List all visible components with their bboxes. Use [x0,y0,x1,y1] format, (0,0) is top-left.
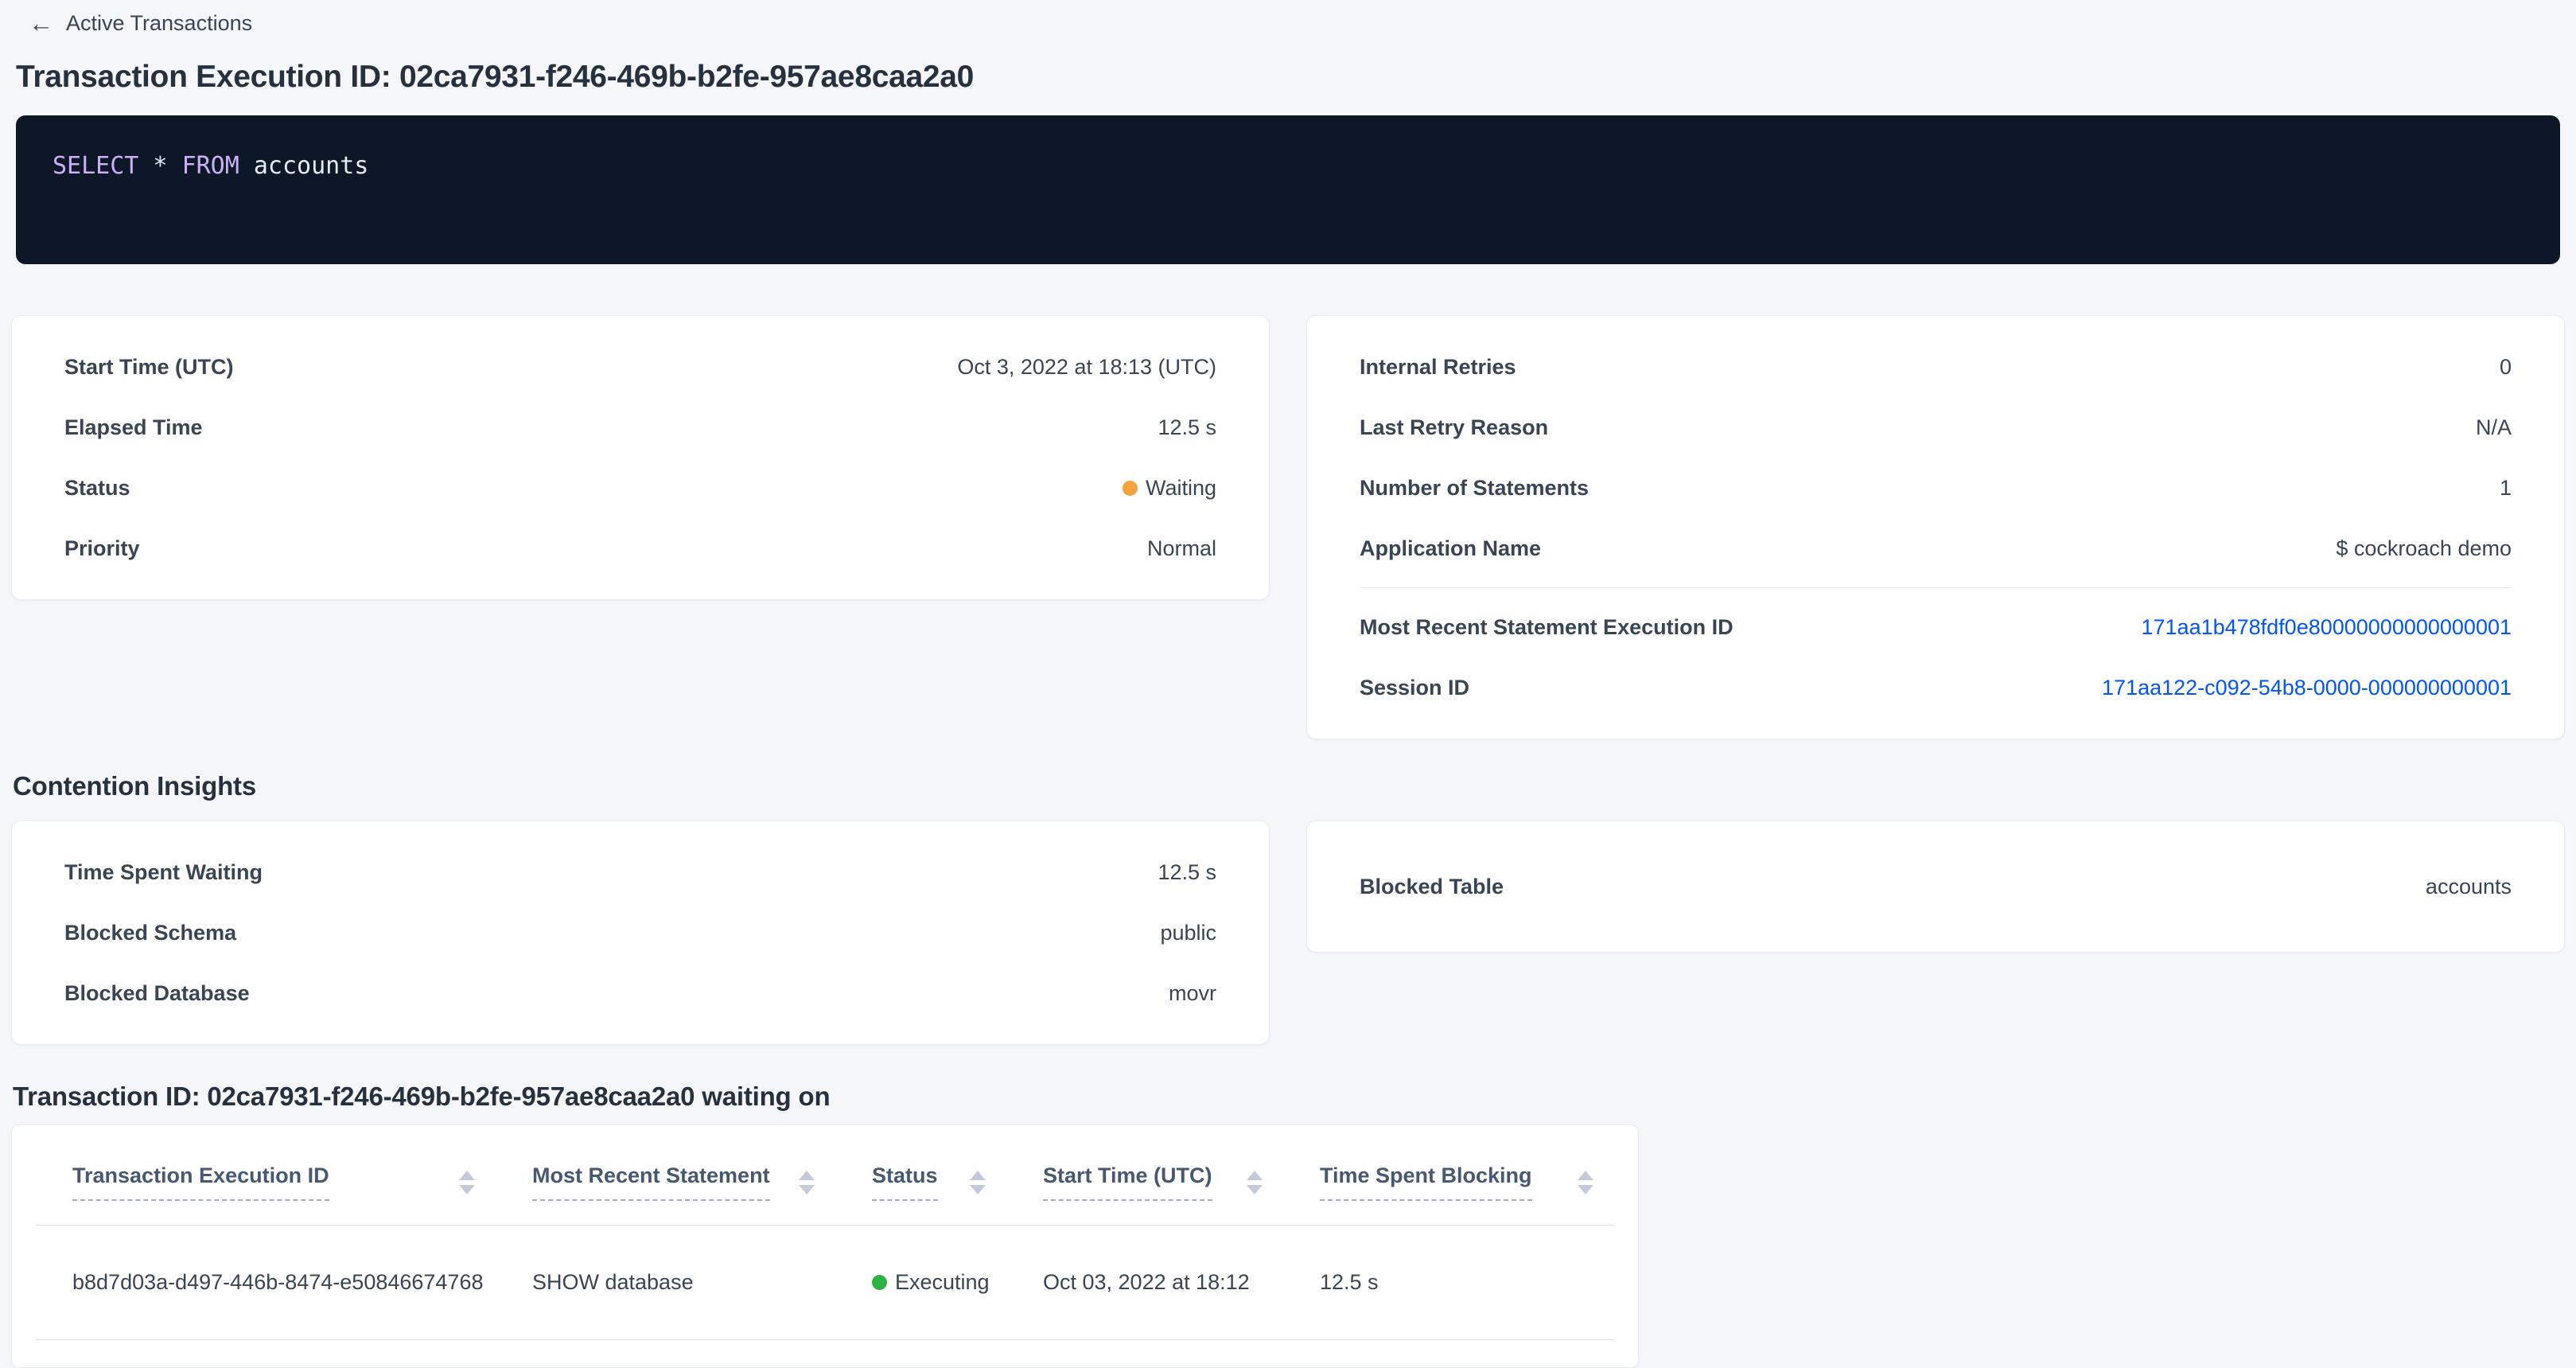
session-id-link[interactable]: 171aa122-c092-54b8-0000-000000000001 [2102,676,2512,700]
summary-section: Start Time (UTC) Oct 3, 2022 at 18:13 (U… [11,315,2565,739]
row-status: Status Waiting [64,458,1216,518]
row-value: public [1160,921,1216,945]
sort-arrows-icon [970,1171,986,1195]
status-text: Executing [895,1270,990,1294]
table-header-row: Transaction Execution ID Most Recent Sta… [36,1125,1614,1226]
row-value: N/A [2476,415,2512,440]
row-label: Internal Retries [1360,355,1516,380]
contention-insights-heading: Contention Insights [13,771,2576,801]
back-arrow-icon: ← [29,11,53,36]
transaction-details-page: ← Active Transactions Transaction Execut… [0,0,2576,1366]
column-label: Most Recent Statement [532,1163,770,1201]
waiting-on-table: Transaction Execution ID Most Recent Sta… [36,1125,1614,1340]
row-internal-retries: Internal Retries 0 [1360,337,2512,397]
row-start-time-utc: Start Time (UTC) Oct 3, 2022 at 18:13 (U… [64,337,1216,397]
row-label: Blocked Database [64,981,250,1006]
cell-transaction-execution-id: b8d7d03a-d497-446b-8474-e50846674768 [36,1226,496,1340]
sort-arrows-icon [799,1171,815,1195]
cell-status: Executing [835,1226,1006,1340]
row-elapsed-time: Elapsed Time 12.5 s [64,397,1216,458]
statement-execution-id-link[interactable]: 171aa1b478fdf0e80000000000000001 [2142,615,2512,640]
column-label: Status [872,1163,938,1201]
cell-time-spent-blocking: 12.5 s [1283,1226,1614,1340]
row-most-recent-statement-execution-id: Most Recent Statement Execution ID 171aa… [1360,597,2512,657]
row-last-retry-reason: Last Retry Reason N/A [1360,397,2512,458]
row-number-of-statements: Number of Statements 1 [1360,458,2512,518]
cell-most-recent-statement: SHOW database [496,1226,835,1340]
sort-arrows-icon [1578,1171,1593,1195]
column-label: Transaction Execution ID [72,1163,329,1201]
row-value: movr [1169,981,1216,1006]
row-value: Normal [1147,536,1216,561]
row-label: Application Name [1360,536,1541,561]
waiting-on-table-card: Transaction Execution ID Most Recent Sta… [11,1124,1639,1368]
row-blocked-schema: Blocked Schema public [64,902,1216,963]
table-row: b8d7d03a-d497-446b-8474-e50846674768 SHO… [36,1226,1614,1340]
row-label: Status [64,476,130,501]
card-divider [1360,587,2512,588]
row-priority: Priority Normal [64,518,1216,579]
row-label: Last Retry Reason [1360,415,1548,440]
column-label: Time Spent Blocking [1320,1163,1532,1201]
page-title: Transaction Execution ID: 02ca7931-f246-… [16,60,2560,95]
contention-details-card: Time Spent Waiting 12.5 s Blocked Schema… [11,820,1270,1045]
back-to-active-transactions-link[interactable]: ← Active Transactions [29,11,252,36]
row-label: Priority [64,536,140,561]
sql-keyword: SELECT [53,152,138,180]
sort-arrows-icon [1247,1171,1263,1195]
row-label: Elapsed Time [64,415,203,440]
row-label: Session ID [1360,676,1469,700]
column-header-start-time-utc[interactable]: Start Time (UTC) [1006,1125,1283,1226]
cell-start-time: Oct 03, 2022 at 18:12 [1006,1226,1283,1340]
row-value: accounts [2426,875,2512,899]
column-label: Start Time (UTC) [1043,1163,1212,1201]
row-label: Number of Statements [1360,476,1589,501]
transaction-summary-card: Start Time (UTC) Oct 3, 2022 at 18:13 (U… [11,315,1270,600]
row-value: 1 [2500,476,2512,501]
waiting-status-dot-icon [1123,481,1138,496]
row-blocked-table: Blocked Table accounts [1360,856,2512,917]
row-label: Most Recent Statement Execution ID [1360,615,1734,640]
sort-arrows-icon [459,1171,475,1195]
statement-summary-card: Internal Retries 0 Last Retry Reason N/A… [1306,315,2565,739]
waiting-on-heading: Transaction ID: 02ca7931-f246-469b-b2fe-… [13,1082,2576,1112]
row-blocked-database: Blocked Database movr [64,963,1216,1023]
row-value: Oct 3, 2022 at 18:13 (UTC) [957,355,1216,380]
row-value: 12.5 s [1158,415,1216,440]
sql-text: accounts [239,152,369,180]
column-header-status[interactable]: Status [835,1125,1006,1226]
sql-keyword: FROM [182,152,239,180]
sql-text: * [138,152,181,180]
row-value: $ cockroach demo [2336,536,2512,561]
row-label: Blocked Schema [64,921,236,945]
row-time-spent-waiting: Time Spent Waiting 12.5 s [64,842,1216,902]
row-label: Time Spent Waiting [64,860,263,885]
row-value: 12.5 s [1158,860,1216,885]
row-value: 0 [2500,355,2512,380]
column-header-transaction-execution-id[interactable]: Transaction Execution ID [36,1125,496,1226]
row-label: Start Time (UTC) [64,355,234,380]
executing-status-dot-icon [872,1275,887,1290]
column-header-time-spent-blocking[interactable]: Time Spent Blocking [1283,1125,1614,1226]
row-session-id: Session ID 171aa122-c092-54b8-0000-00000… [1360,657,2512,718]
back-link-label: Active Transactions [66,11,252,36]
status-badge: Waiting [1123,476,1216,501]
row-application-name: Application Name $ cockroach demo [1360,518,2512,579]
status-text: Waiting [1146,476,1216,500]
contention-section: Time Spent Waiting 12.5 s Blocked Schema… [11,820,2565,1045]
column-header-most-recent-statement[interactable]: Most Recent Statement [496,1125,835,1226]
sql-statement-box: SELECT * FROM accounts [16,115,2560,264]
blocked-table-card: Blocked Table accounts [1306,820,2565,953]
row-label: Blocked Table [1360,875,1504,899]
